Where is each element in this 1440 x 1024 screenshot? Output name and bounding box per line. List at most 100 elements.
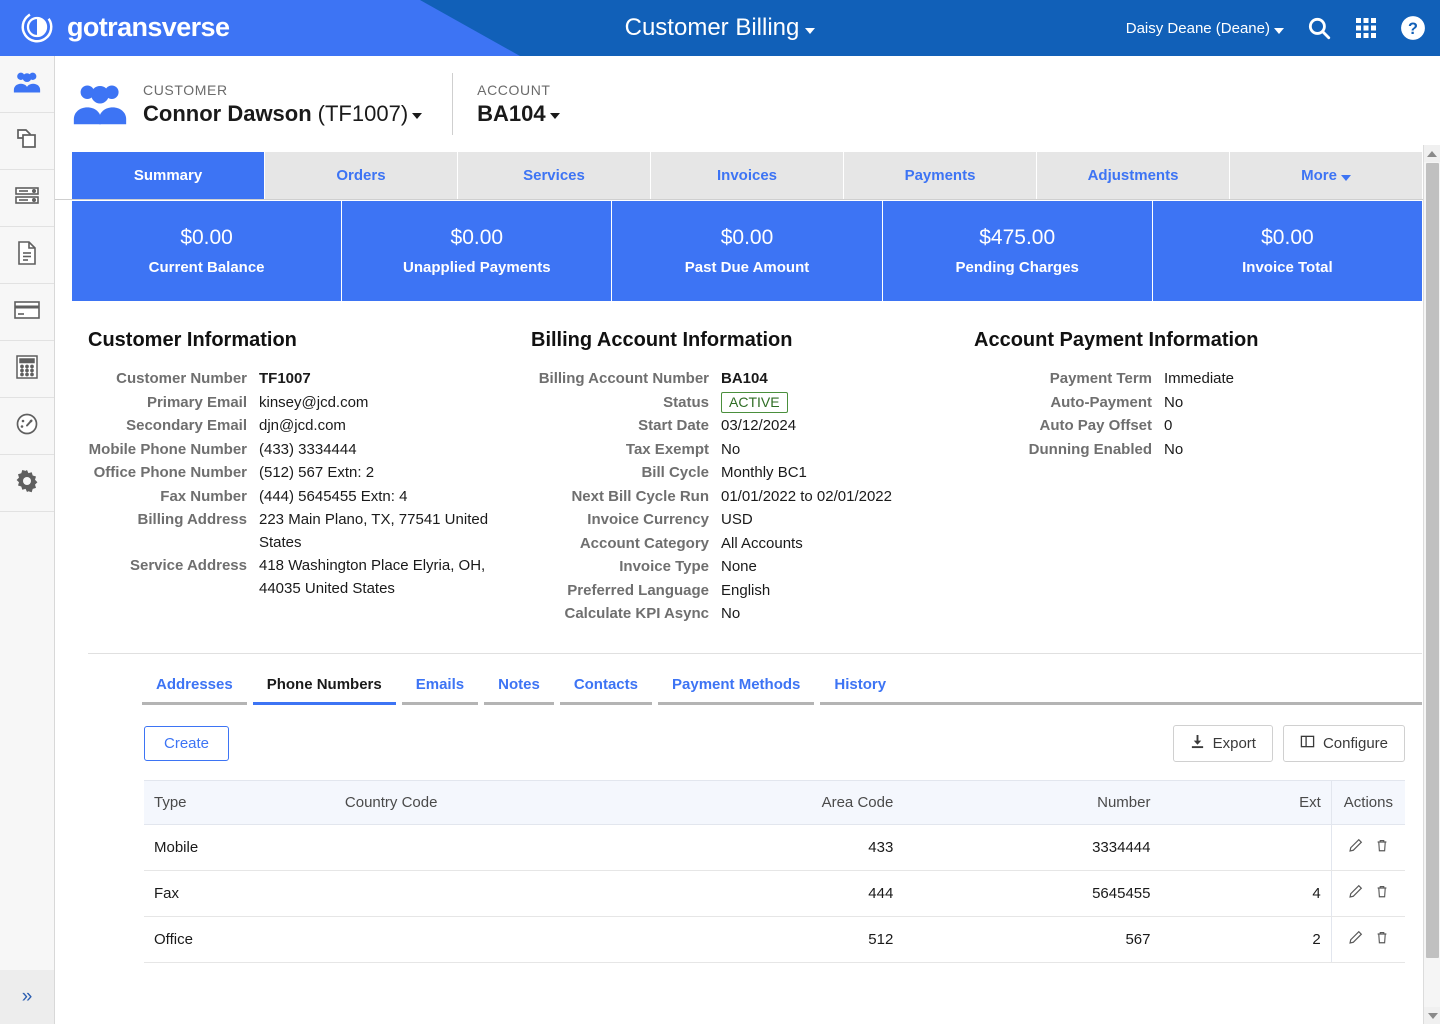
tab-more[interactable]: More — [1230, 152, 1422, 199]
kpi-past-due-amount[interactable]: $0.00 Past Due Amount — [612, 201, 883, 301]
tab-services[interactable]: Services — [458, 152, 651, 199]
col-ext[interactable]: Ext — [1160, 779, 1332, 825]
col-number[interactable]: Number — [903, 779, 1161, 825]
brand-logo-link[interactable]: gotransverse — [18, 8, 230, 46]
export-button[interactable]: Export — [1172, 724, 1273, 762]
subtab-addresses[interactable]: Addresses — [142, 676, 247, 705]
info-key: Account Category — [579, 534, 709, 552]
table-row[interactable]: Mobile 433 3334444 — [144, 824, 1405, 871]
kpi-value: $0.00 — [180, 226, 233, 249]
scroll-down-button[interactable] — [1424, 1007, 1440, 1024]
credit-card-icon — [13, 299, 41, 326]
table-row[interactable]: Fax 444 5645455 4 — [144, 870, 1405, 917]
delete-trash-icon[interactable] — [1375, 930, 1389, 945]
tab-label: Services — [523, 167, 585, 184]
edit-pencil-icon[interactable] — [1348, 930, 1363, 945]
search-icon[interactable] — [1306, 15, 1332, 41]
info-value: No — [1164, 393, 1184, 411]
col-type[interactable]: Type — [144, 779, 335, 825]
subtab-contacts[interactable]: Contacts — [559, 676, 652, 705]
customer-information-section: Customer Information Customer Number TF1… — [88, 329, 531, 627]
subtab-payment-methods[interactable]: Payment Methods — [658, 676, 815, 705]
tab-adjustments[interactable]: Adjustments — [1037, 152, 1230, 199]
columns-icon — [1300, 734, 1315, 753]
create-button[interactable]: Create — [144, 725, 230, 761]
document-icon — [16, 240, 38, 271]
chevron-down-icon — [1427, 1012, 1438, 1019]
cell-type: Office — [144, 916, 335, 963]
subtab-emails[interactable]: Emails — [401, 675, 479, 705]
cell-area-code: 444 — [647, 870, 904, 917]
chevron-down-icon — [549, 113, 560, 119]
subtab-history[interactable]: History — [820, 675, 901, 705]
subtab-label: Emails — [415, 675, 465, 693]
sidebar-item-dashboard[interactable] — [0, 398, 54, 455]
kpi-pending-charges[interactable]: $475.00 Pending Charges — [883, 201, 1153, 301]
info-value: (512) 567 Extn: 2 — [259, 464, 375, 481]
account-selector[interactable]: BA104 — [477, 101, 560, 127]
scroll-up-button[interactable] — [1424, 145, 1440, 162]
info-key: Bill Cycle — [641, 464, 709, 481]
kpi-value: $475.00 — [979, 226, 1056, 249]
col-country-code[interactable]: Country Code — [334, 779, 648, 825]
kpi-current-balance[interactable]: $0.00 Current Balance — [72, 201, 343, 301]
sidebar-item-customers[interactable] — [0, 56, 54, 113]
cell-number: 5645455 — [903, 870, 1161, 917]
app-title-dropdown[interactable]: Customer Billing — [625, 14, 816, 42]
subtab-notes[interactable]: Notes — [484, 676, 554, 705]
sidebar-item-payments[interactable] — [0, 284, 54, 341]
info-key: Secondary Email — [126, 417, 247, 434]
info-row: Invoice Currency USD — [531, 509, 974, 532]
configure-label: Configure — [1322, 734, 1388, 752]
tab-orders[interactable]: Orders — [265, 152, 458, 199]
edit-pencil-icon[interactable] — [1348, 838, 1363, 853]
cell-number: 3334444 — [903, 824, 1161, 871]
info-row: Billing Account Number BA104 — [531, 368, 974, 391]
cell-country-code — [334, 870, 648, 917]
kpi-unapplied-payments[interactable]: $0.00 Unapplied Payments — [342, 201, 613, 301]
sidebar-item-products[interactable] — [0, 113, 54, 170]
subtab-label: History — [834, 675, 887, 693]
customer-selector[interactable]: Connor Dawson (TF1007) — [143, 100, 423, 127]
account-block: ACCOUNT BA104 — [477, 82, 560, 127]
configure-button[interactable]: Configure — [1282, 724, 1405, 762]
info-key: Tax Exempt — [625, 440, 709, 458]
sidebar-item-settings[interactable] — [0, 455, 54, 512]
vertical-scrollbar[interactable] — [1423, 145, 1440, 1024]
info-row: Invoice Type None — [531, 556, 974, 579]
delete-trash-icon[interactable] — [1375, 884, 1389, 899]
subtab-phone-numbers[interactable]: Phone Numbers — [252, 676, 396, 705]
scrollbar-thumb[interactable] — [1426, 163, 1439, 958]
kpi-invoice-total[interactable]: $0.00 Invoice Total — [1153, 201, 1422, 301]
tab-label: Adjustments — [1087, 167, 1179, 184]
info-key: Invoice Type — [619, 558, 709, 575]
sidebar-item-calculator[interactable] — [0, 341, 54, 398]
cell-ext — [1160, 824, 1332, 871]
app-title-text: Customer Billing — [624, 14, 800, 41]
tab-label: Invoices — [716, 167, 778, 184]
kpi-label: Unapplied Payments — [403, 259, 551, 276]
delete-trash-icon[interactable] — [1375, 838, 1389, 853]
tab-invoices[interactable]: Invoices — [651, 152, 844, 199]
phone-numbers-table: Type Country Code Area Code Number Ext A… — [144, 779, 1405, 963]
edit-pencil-icon[interactable] — [1348, 884, 1363, 899]
customer-block: CUSTOMER Connor Dawson (TF1007) — [143, 82, 423, 127]
col-area-code[interactable]: Area Code — [647, 779, 904, 825]
tab-label: Orders — [336, 167, 386, 184]
double-chevron-right-icon: » — [21, 986, 33, 1007]
customer-name: Connor Dawson — [143, 100, 312, 126]
sidebar-item-servers[interactable] — [0, 170, 54, 227]
sidebar-item-documents[interactable] — [0, 227, 54, 284]
info-key: Payment Term — [1049, 370, 1152, 387]
user-menu[interactable]: Daisy Deane (Deane) — [1126, 20, 1284, 37]
tab-payments[interactable]: Payments — [844, 152, 1037, 199]
apps-grid-icon[interactable] — [1354, 16, 1378, 40]
info-row: Preferred Language English — [531, 580, 974, 603]
sidebar-expand-button[interactable]: » — [0, 970, 54, 1024]
toolbar-right-buttons: Export Configure — [1172, 724, 1405, 762]
info-row: Primary Email kinsey@jcd.com — [88, 392, 531, 415]
tab-summary[interactable]: Summary — [72, 152, 265, 199]
table-row[interactable]: Office 512 567 2 — [144, 916, 1405, 963]
help-circle-icon[interactable]: ? — [1400, 15, 1426, 41]
info-value: Monthly BC1 — [721, 464, 807, 481]
